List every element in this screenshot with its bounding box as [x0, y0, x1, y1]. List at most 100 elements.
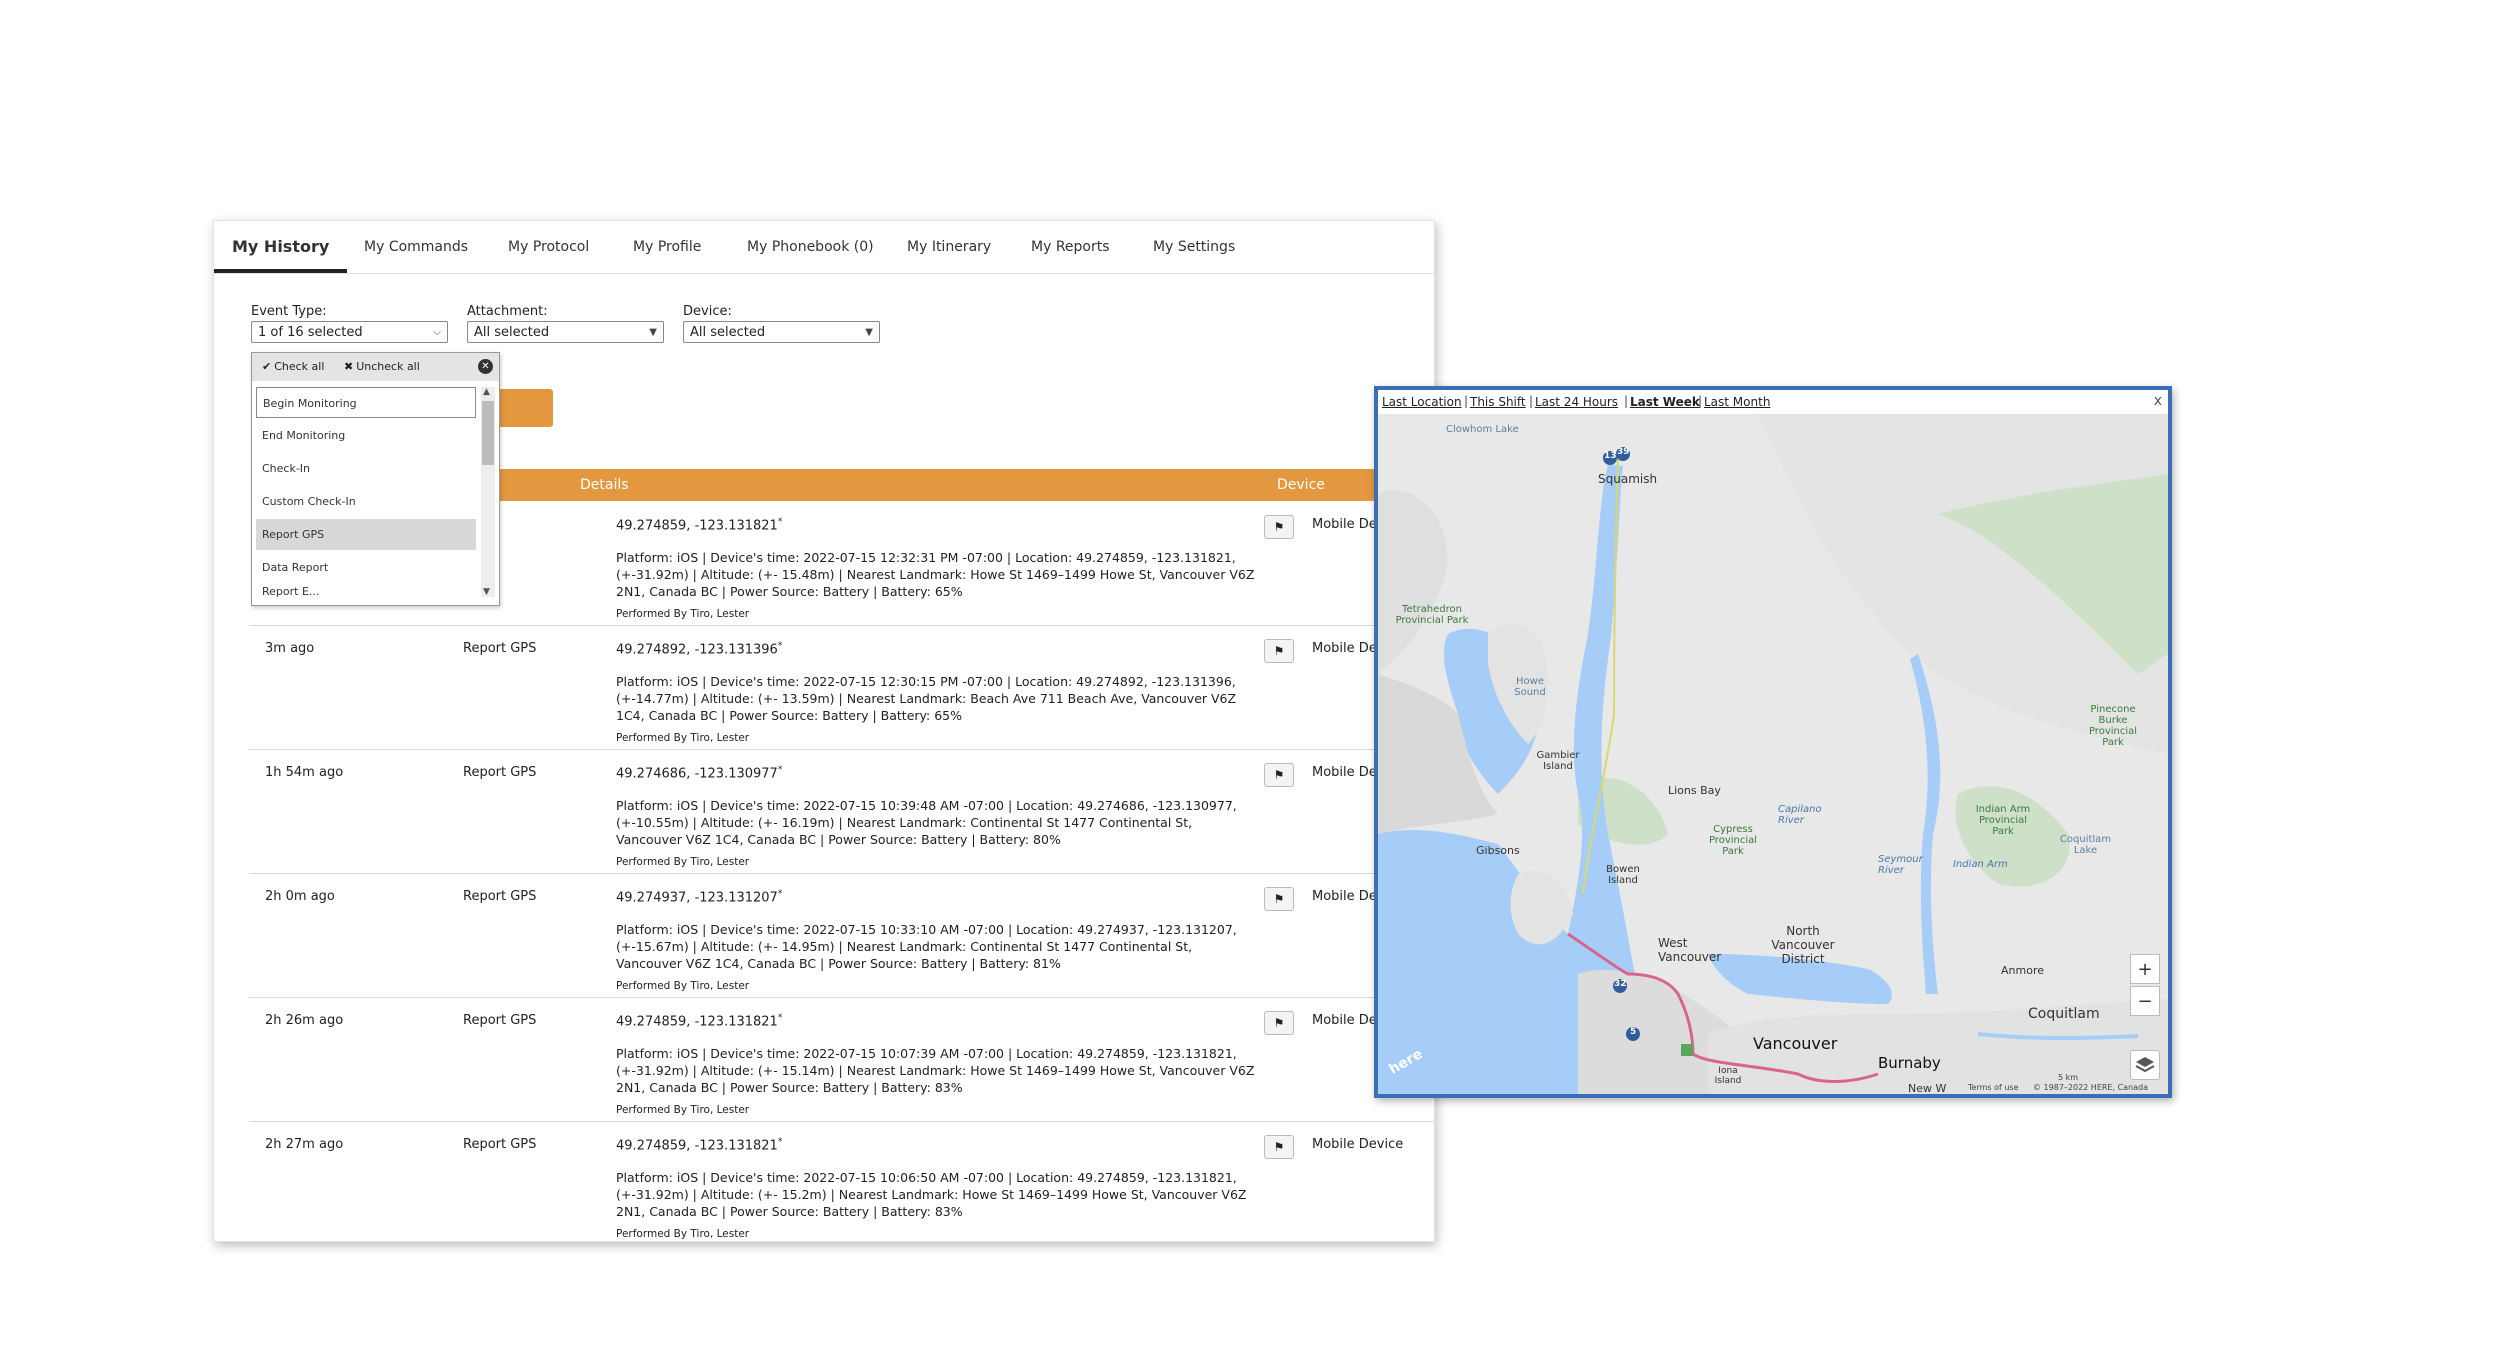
event-type-select[interactable]: 1 of 16 selected ⌵	[251, 321, 448, 343]
link-this-shift[interactable]: This Shift	[1470, 395, 1526, 409]
label-new-westminster: New W	[1908, 1082, 1947, 1094]
tab-my-history[interactable]: My History	[214, 221, 348, 273]
label-anmore: Anmore	[2001, 964, 2044, 977]
label-indian-arm-park: Indian Arm Provincial Park	[1975, 804, 2031, 837]
label-pinecone-burke-park: Pinecone Burke Provincial Park	[2088, 704, 2138, 748]
table-row: 2h 27m ago Report GPS 49.274859, -123.13…	[249, 1121, 1434, 1241]
separator: |	[1464, 394, 1469, 408]
row-device: Mobile De	[1312, 765, 1377, 780]
close-icon[interactable]: x	[2154, 393, 2162, 409]
map-window: Last Location | This Shift | Last 24 Hou…	[1374, 386, 2172, 1098]
label-north-vancouver: North Vancouver District	[1771, 924, 1835, 966]
row-details: Platform: iOS | Device's time: 2022-07-1…	[616, 922, 1237, 971]
map-copyright: © 1987–2022 HERE, Canada	[2033, 1083, 2149, 1092]
label-indian-arm: Indian Arm	[1953, 859, 2008, 870]
tab-my-phonebook[interactable]: My Phonebook (0)	[745, 221, 876, 273]
map-range-bar: Last Location | This Shift | Last 24 Hou…	[1378, 390, 2168, 414]
row-time: 1h 54m ago	[265, 765, 344, 780]
table-row: 2h 26m ago Report GPS 49.274859, -123.13…	[249, 997, 1434, 1122]
check-all-button[interactable]: ✔ Check all	[262, 360, 324, 373]
flag-icon[interactable]: ⚑	[1264, 639, 1294, 663]
label-cypress-park: Cypress Provincial Park	[1708, 824, 1758, 857]
attachment-select[interactable]: All selected ▼	[467, 321, 664, 343]
row-coord[interactable]: 49.274937, -123.131207*	[616, 889, 782, 905]
label-lions-bay: Lions Bay	[1668, 784, 1721, 797]
layers-button[interactable]	[2130, 1050, 2160, 1080]
row-performed-by: Performed By Tiro, Lester	[616, 856, 750, 868]
label-howe-sound: Howe Sound	[1514, 676, 1546, 698]
chevron-down-icon: ⌵	[433, 327, 441, 338]
dropdown-option[interactable]: Data Report	[256, 552, 476, 583]
flag-icon[interactable]: ⚑	[1264, 1011, 1294, 1035]
scroll-down-icon[interactable]: ▼	[483, 587, 490, 597]
col-details: Details	[580, 477, 629, 493]
map-terrain	[1378, 414, 2168, 1094]
event-type-dropdown: ✔ Check all ✖ Uncheck all ✕ Begin Monitori…	[251, 352, 500, 606]
dropdown-option-selected[interactable]: Report GPS	[256, 519, 476, 550]
tab-bar: My History My Commands My Protocol My Pr…	[214, 221, 1434, 274]
table-header: Details Device	[497, 469, 1434, 501]
row-coord[interactable]: 49.274859, -123.131821*	[616, 1137, 782, 1153]
link-last-24-hours[interactable]: Last 24 Hours	[1535, 395, 1618, 409]
dropdown-option[interactable]: Check-In	[256, 453, 476, 484]
uncheck-all-button[interactable]: ✖ Uncheck all	[344, 360, 420, 373]
close-icon[interactable]: ✕	[478, 359, 493, 374]
map-marker[interactable]: 39	[1617, 447, 1630, 457]
flag-icon[interactable]: ⚑	[1264, 515, 1294, 539]
label-coquitlam-lake: Coquitlam Lake	[2059, 834, 2112, 856]
link-last-month[interactable]: Last Month	[1704, 395, 1770, 409]
link-last-week[interactable]: Last Week	[1630, 395, 1700, 409]
tab-my-commands[interactable]: My Commands	[362, 221, 470, 273]
dropdown-option[interactable]: Custom Check-In	[256, 486, 476, 517]
tab-my-settings[interactable]: My Settings	[1151, 221, 1237, 273]
row-details: Platform: iOS | Device's time: 2022-07-1…	[616, 550, 1255, 599]
device-select[interactable]: All selected ▼	[683, 321, 880, 343]
dropdown-scrollbar[interactable]: ▲ ▼	[481, 387, 495, 597]
scrollbar-thumb[interactable]	[482, 401, 494, 465]
map-canvas[interactable]: Clowhom Lake Squamish Tetrahedron Provin…	[1378, 414, 2168, 1094]
row-time: 2h 26m ago	[265, 1013, 344, 1028]
row-coord[interactable]: 49.274859, -123.131821*	[616, 1013, 782, 1029]
map-marker[interactable]: 5	[1630, 1027, 1636, 1037]
zoom-out-button[interactable]: −	[2130, 986, 2160, 1016]
search-button[interactable]	[498, 389, 553, 427]
label-burnaby: Burnaby	[1878, 1054, 1941, 1072]
dropdown-option[interactable]: End Monitoring	[256, 420, 476, 451]
table-row: 1h 54m ago Report GPS 49.274686, -123.13…	[249, 749, 1434, 874]
row-event: Report GPS	[463, 1137, 537, 1152]
map-marker[interactable]: 13	[1604, 451, 1617, 461]
row-coord[interactable]: 49.274686, -123.130977*	[616, 765, 782, 781]
terms-of-use-link[interactable]: Terms of use	[1968, 1083, 2019, 1092]
row-event: Report GPS	[463, 765, 537, 780]
map-marker[interactable]: 32	[1614, 979, 1627, 989]
tab-my-reports[interactable]: My Reports	[1029, 221, 1112, 273]
link-last-location[interactable]: Last Location	[1382, 395, 1462, 409]
row-event: Report GPS	[463, 889, 537, 904]
tab-my-profile[interactable]: My Profile	[631, 221, 703, 273]
row-details: Platform: iOS | Device's time: 2022-07-1…	[616, 1046, 1255, 1095]
col-device: Device	[1277, 477, 1325, 493]
dropdown-option[interactable]: Report E...	[256, 585, 476, 599]
attachment-label: Attachment:	[467, 304, 548, 319]
tab-my-protocol[interactable]: My Protocol	[506, 221, 591, 273]
row-time: 2h 0m ago	[265, 889, 335, 904]
row-event: Report GPS	[463, 1013, 537, 1028]
flag-icon[interactable]: ⚑	[1264, 887, 1294, 911]
row-device: Mobile De	[1312, 641, 1377, 656]
row-coord[interactable]: 49.274892, -123.131396*	[616, 641, 782, 657]
flag-icon[interactable]: ⚑	[1264, 763, 1294, 787]
row-coord[interactable]: 49.274859, -123.131821*	[616, 517, 782, 533]
tab-my-itinerary[interactable]: My Itinerary	[905, 221, 993, 273]
chevron-down-icon: ▼	[865, 327, 873, 338]
flag-icon[interactable]: ⚑	[1264, 1135, 1294, 1159]
zoom-in-button[interactable]: +	[2130, 954, 2160, 984]
label-vancouver: Vancouver	[1753, 1034, 1838, 1053]
dropdown-option[interactable]: Begin Monitoring	[256, 387, 476, 418]
table-row: 3m ago Report GPS 49.274892, -123.131396…	[249, 625, 1434, 750]
label-coquitlam: Coquitlam	[2028, 1006, 2100, 1022]
check-icon: ✔	[262, 360, 272, 373]
scroll-up-icon[interactable]: ▲	[483, 387, 490, 397]
row-performed-by: Performed By Tiro, Lester	[616, 1228, 750, 1240]
row-performed-by: Performed By Tiro, Lester	[616, 732, 750, 744]
row-device: Mobile De	[1312, 1013, 1377, 1028]
